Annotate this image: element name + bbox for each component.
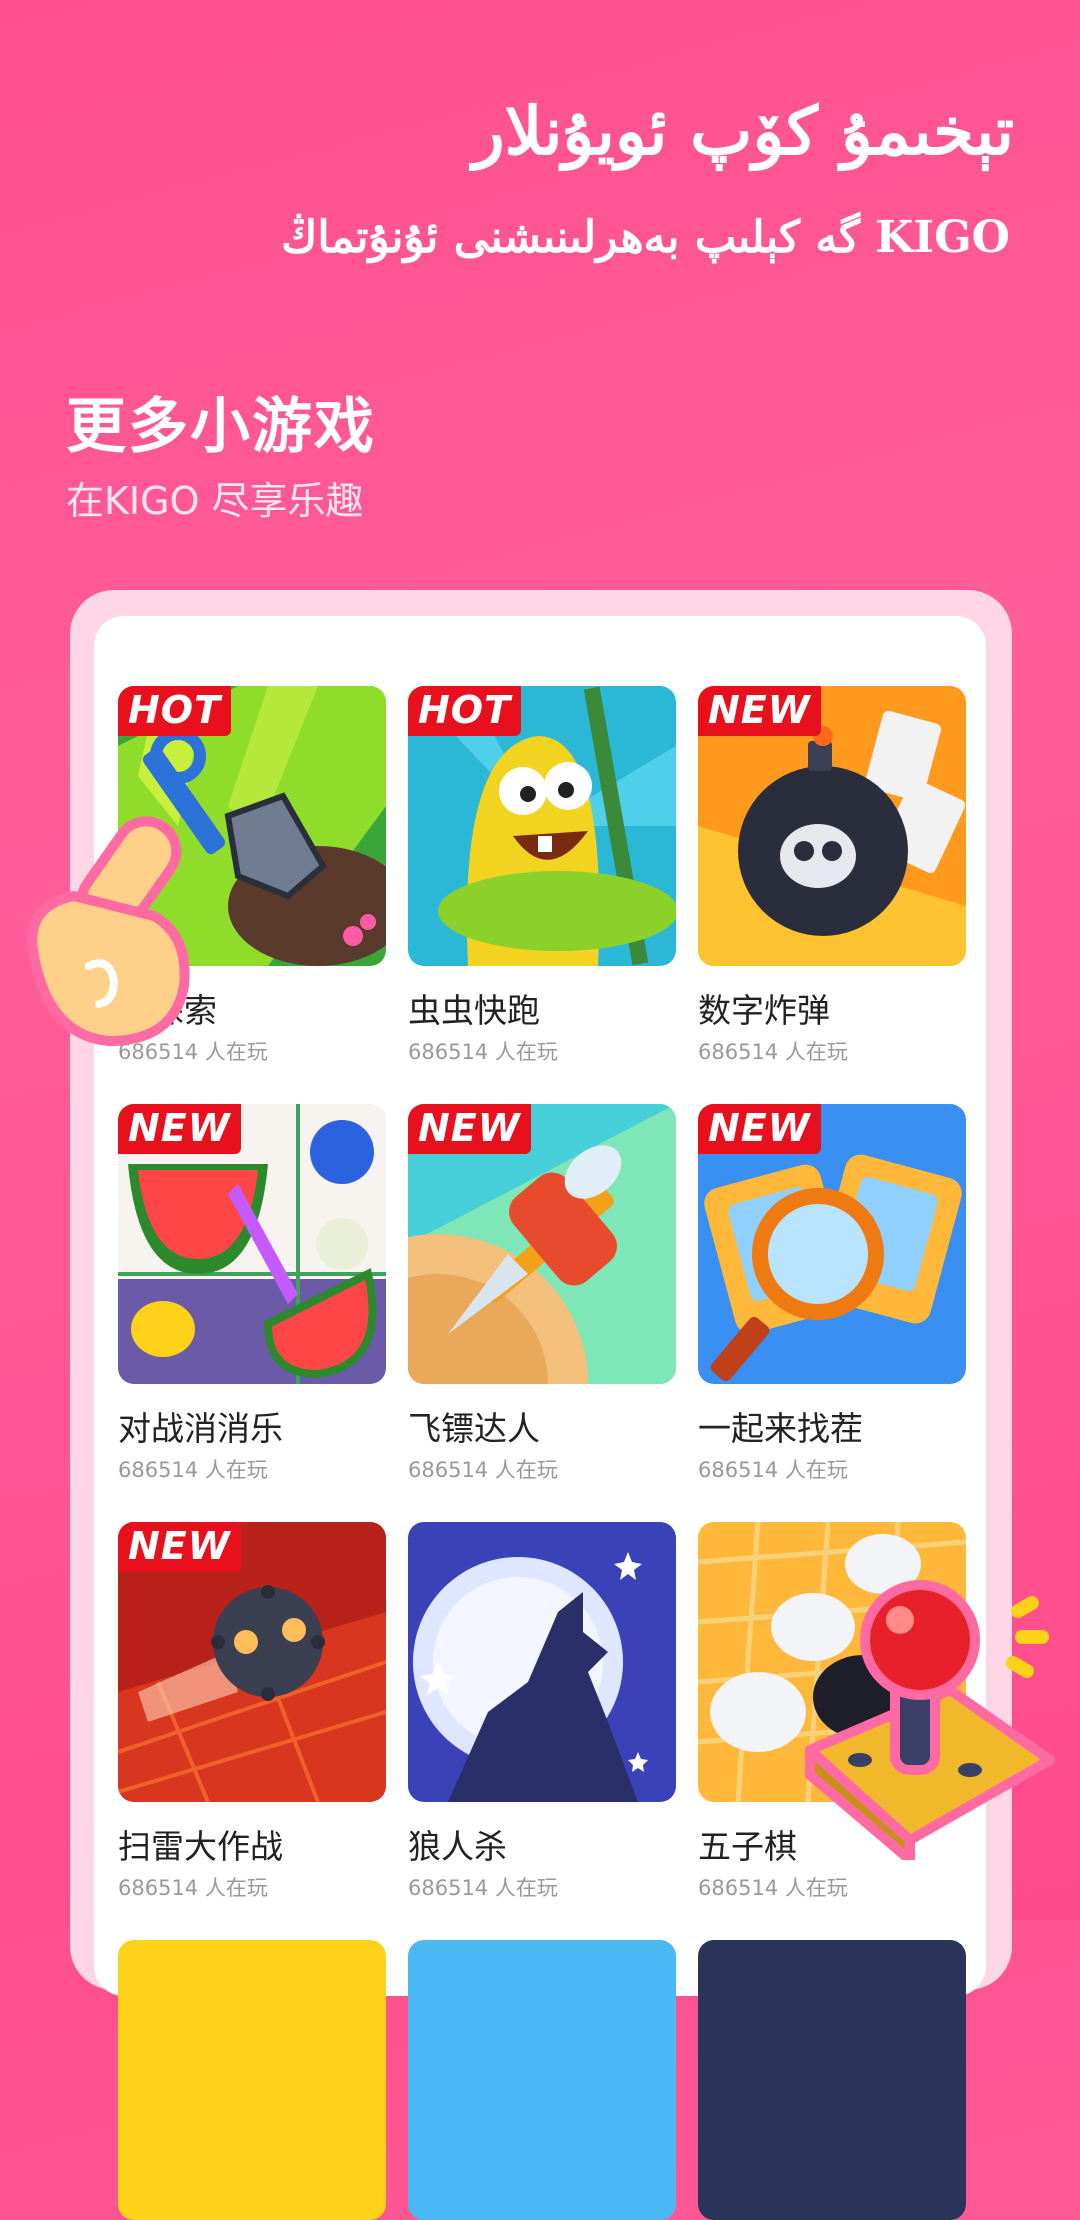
game-thumbnail[interactable] xyxy=(698,1940,966,2220)
game-thumbnail[interactable] xyxy=(408,1940,676,2220)
game-grid: HOT …探索 686514 人在玩 HOT 虫虫快跑 686514 人在玩 xyxy=(118,686,966,2220)
game-badge: NEW xyxy=(698,686,821,736)
uyghur-title: تېخىمۇ كۆپ ئويۇنلار xyxy=(472,92,1014,170)
game-card[interactable]: 狼人杀 686514 人在玩 xyxy=(408,1522,676,1902)
game-thumbnail[interactable]: HOT xyxy=(408,686,676,966)
game-card[interactable]: HOT 虫虫快跑 686514 人在玩 xyxy=(408,686,676,1066)
game-card[interactable]: NEW 对战消消乐 686514 人在玩 xyxy=(118,1104,386,1484)
game-player-count: 686514 人在玩 xyxy=(698,1458,848,1482)
game-name: 一起来找茬 xyxy=(698,1409,863,1448)
page-title: 更多小游戏 xyxy=(66,392,376,462)
page-subtitle: 在KIGO 尽享乐趣 xyxy=(66,479,364,523)
game-thumbnail[interactable]: NEW xyxy=(698,686,966,966)
game-player-count: 686514 人在玩 xyxy=(408,1458,558,1482)
game-player-count: 686514 人在玩 xyxy=(408,1040,558,1064)
uyghur-subtitle: KIGO گە كېلىپ بەھرلىنىشنى ئۇنۇتماڭ xyxy=(281,212,1010,263)
game-thumbnail[interactable]: NEW xyxy=(408,1104,676,1384)
game-thumbnail[interactable]: NEW xyxy=(118,1104,386,1384)
game-card[interactable]: NEW 扫雷大作战 686514 人在玩 xyxy=(118,1522,386,1902)
game-thumbnail[interactable] xyxy=(408,1522,676,1802)
game-badge: HOT xyxy=(408,686,522,736)
joystick-icon xyxy=(805,1580,1055,1860)
wolf-icon xyxy=(408,1522,676,1802)
game-player-count: 686514 人在玩 xyxy=(408,1876,558,1900)
game-card[interactable]: NEW 数字炸弹 686514 人在玩 xyxy=(698,686,966,1066)
game-name: 虫虫快跑 xyxy=(408,991,540,1030)
game-player-count: 686514 人在玩 xyxy=(118,1876,268,1900)
game-card[interactable]: NEW 一起来找茬 686514 人在玩 xyxy=(698,1104,966,1484)
game-name: 扫雷大作战 xyxy=(118,1827,283,1866)
game-name: 对战消消乐 xyxy=(118,1409,283,1448)
game-player-count: 686514 人在玩 xyxy=(698,1040,848,1064)
pointing-hand-icon xyxy=(27,816,190,1046)
game-card[interactable]: NEW 飞镖达人 686514 人在玩 xyxy=(408,1104,676,1484)
game-badge: NEW xyxy=(118,1104,241,1154)
hero-banner: تېخىمۇ كۆپ ئويۇنلار KIGO گە كېلىپ بەھرلى… xyxy=(0,0,1080,600)
game-player-count: 686514 人在玩 xyxy=(118,1458,268,1482)
game-badge: NEW xyxy=(408,1104,531,1154)
game-card[interactable] xyxy=(408,1940,676,2220)
game-card[interactable] xyxy=(698,1940,966,2220)
game-name: 数字炸弹 xyxy=(698,991,830,1030)
game-name: 飞镖达人 xyxy=(408,1409,540,1448)
game-badge: HOT xyxy=(118,686,232,736)
game-thumbnail[interactable] xyxy=(118,1940,386,2220)
game-badge: NEW xyxy=(118,1522,241,1572)
game-badge: NEW xyxy=(698,1104,821,1154)
game-thumbnail[interactable]: NEW xyxy=(118,1522,386,1802)
game-player-count: 686514 人在玩 xyxy=(698,1876,848,1900)
game-card[interactable] xyxy=(118,1940,386,2220)
game-name: 狼人杀 xyxy=(408,1827,507,1866)
game-thumbnail[interactable]: NEW xyxy=(698,1104,966,1384)
